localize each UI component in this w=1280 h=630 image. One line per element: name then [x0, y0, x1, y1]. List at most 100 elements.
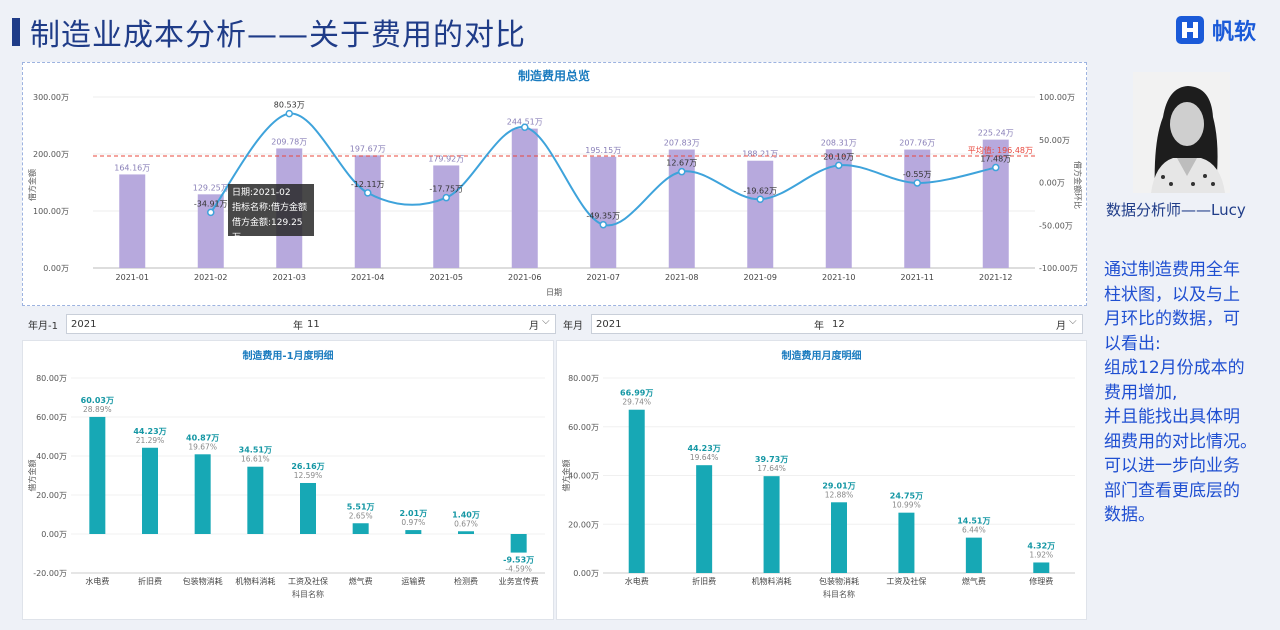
fanruan-logo-icon — [1176, 16, 1204, 44]
x-axis-label: 日期 — [546, 288, 562, 297]
bar-value-label: 44.23万 — [133, 427, 166, 436]
x-tick-label: 2021-12 — [979, 273, 1012, 282]
x-tick-label: 运输费 — [401, 576, 425, 586]
tooltip-line-indicator: 指标名称:借方金额 — [232, 203, 308, 213]
x-tick-label: 燃气费 — [962, 576, 986, 586]
chevron-down-icon[interactable]: ⌵ — [542, 316, 550, 327]
line-value-label: -17.75万 — [429, 185, 463, 194]
x-tick-label: 折旧费 — [692, 576, 716, 586]
y-tick-label: 40.00万 — [568, 472, 599, 481]
analyst-avatar — [1133, 72, 1230, 193]
year-month-picker[interactable]: 2021 年 12 月 ⌵ — [591, 314, 1083, 334]
bar-value-label: 44.23万 — [687, 444, 720, 453]
bar-value-label: 2.01万 — [399, 509, 427, 518]
line-value-label: 17.48万 — [980, 155, 1011, 164]
line-value-label: -12.11万 — [351, 180, 385, 189]
x-tick-label: 工资及社保 — [886, 576, 926, 586]
y-tick-label: 60.00万 — [568, 423, 599, 432]
filter-bar-current-month: 年月 2021 年 12 月 ⌵ — [563, 312, 1083, 336]
line-value-label: -19.62万 — [743, 186, 777, 195]
bar — [1033, 562, 1050, 573]
x-tick-label: 2021-01 — [116, 273, 149, 282]
bar-value-label: 207.76万 — [899, 139, 935, 148]
year-month-picker[interactable]: 2021 年 11 月 ⌵ — [65, 314, 556, 334]
bar-value-label: 225.24万 — [978, 129, 1014, 138]
bar-value-label: 34.51万 — [239, 446, 272, 455]
x-tick-label: 工资及社保 — [288, 576, 328, 586]
bar — [763, 476, 780, 573]
x-tick-label: 2021-07 — [587, 273, 620, 282]
bar-value-label: 208.31万 — [821, 138, 857, 147]
bar — [405, 530, 422, 534]
x-tick-label: 检测费 — [454, 576, 478, 586]
filter-bar-previous-month: 年月-1 2021 年 11 月 ⌵ — [28, 312, 556, 336]
x-tick-label: 包装物消耗 — [819, 576, 859, 586]
y-tick-label: 80.00万 — [568, 374, 599, 383]
title-accent-bar — [12, 18, 20, 46]
month-value: 11 — [306, 318, 320, 330]
line-point — [364, 189, 372, 197]
bar-percent-label: 1.92% — [1029, 550, 1053, 559]
year-value: 2021 — [596, 318, 622, 330]
y-tick-label: 40.00万 — [36, 452, 67, 461]
x-tick-label: 水电费 — [85, 576, 109, 586]
year-unit: 年 — [814, 320, 824, 332]
x-tick-label: 2021-02 — [194, 273, 227, 282]
overview-chart-panel: 制造费用总览 0.00万 100.00万 200.00万 300.00万 -100.00万… — [22, 62, 1087, 306]
y-tick-label: 0.00万 — [43, 264, 69, 273]
bar-value-label: 197.67万 — [350, 144, 386, 153]
y2-tick-label: 50.00万 — [1039, 136, 1070, 145]
bar-percent-label: 19.67% — [188, 442, 217, 451]
bar — [194, 454, 211, 534]
line-value-label: 80.53万 — [274, 101, 305, 110]
line-value-label: 20.10万 — [823, 152, 854, 161]
bar-value-label: 66.99万 — [620, 389, 653, 398]
previous-month-detail-chart: 制造费用-1月度明细 -20.00万 0.00万 20.00万 40.00万 60.00万… — [27, 349, 545, 599]
bar-value-label: 129.25万 — [193, 183, 229, 192]
bar-value-label: 40.87万 — [186, 433, 219, 442]
description-line: 以看出: — [1104, 333, 1161, 354]
logo-text: 帆软 — [1212, 20, 1257, 45]
analyst-portrait-icon — [1133, 72, 1230, 193]
bar-percent-label: 2.65% — [349, 511, 373, 520]
line-point — [442, 193, 450, 202]
bar — [89, 416, 106, 534]
y2-axis-label: 借方金额环比 — [1073, 161, 1083, 209]
y-tick-label: 200.00万 — [33, 150, 69, 159]
bar — [747, 160, 774, 268]
y2-tick-label: -100.00万 — [1039, 264, 1078, 273]
bar-value-label: 195.15万 — [585, 146, 621, 155]
bar — [510, 534, 527, 553]
y2-tick-label: 0.00万 — [1039, 179, 1065, 188]
bar — [696, 465, 713, 573]
bar-value-label: 207.83万 — [664, 139, 700, 148]
bar — [354, 155, 381, 268]
bar-value-label: 29.01万 — [822, 481, 855, 490]
tooltip-line-date: 日期:2021-02 — [232, 188, 291, 198]
y-tick-label: 20.00万 — [36, 491, 67, 500]
bar-percent-label: 28.89% — [83, 405, 112, 414]
bar — [458, 531, 474, 534]
x-axis-label: 科目名称 — [823, 589, 855, 599]
chevron-down-icon[interactable]: ⌵ — [1069, 316, 1077, 327]
x-tick-label: 机物料消耗 — [752, 576, 792, 586]
bar-percent-label: 16.61% — [241, 455, 270, 464]
line-point — [599, 220, 607, 229]
description-line: 可以进一步向业务 — [1104, 456, 1240, 476]
bar — [300, 482, 316, 534]
bar-percent-label: 10.99% — [892, 501, 921, 510]
bar-value-label: 39.73万 — [755, 455, 788, 464]
bar-value-label: 60.03万 — [81, 396, 114, 405]
current-month-detail-chart: 制造费用月度明细 0.00万 20.00万 40.00万 60.00万 80.00万借方金… — [561, 349, 1075, 599]
y-axis-label: 借方金额 — [27, 460, 37, 492]
description-line: 部门查看更底层的 — [1104, 480, 1240, 501]
bar-percent-label: 12.88% — [825, 490, 854, 499]
description-line: 组成12月份成本的 — [1104, 358, 1245, 378]
line-value-label: -0.55万 — [903, 170, 932, 179]
bar-percent-label: -4.59% — [505, 565, 532, 574]
line-value-label: -49.35万 — [586, 212, 620, 221]
description-line: 月环比的数据，可 — [1104, 309, 1240, 329]
y-tick-label: 300.00万 — [33, 93, 69, 102]
bar — [831, 502, 847, 573]
line-value-label: 12.67万 — [666, 159, 697, 168]
